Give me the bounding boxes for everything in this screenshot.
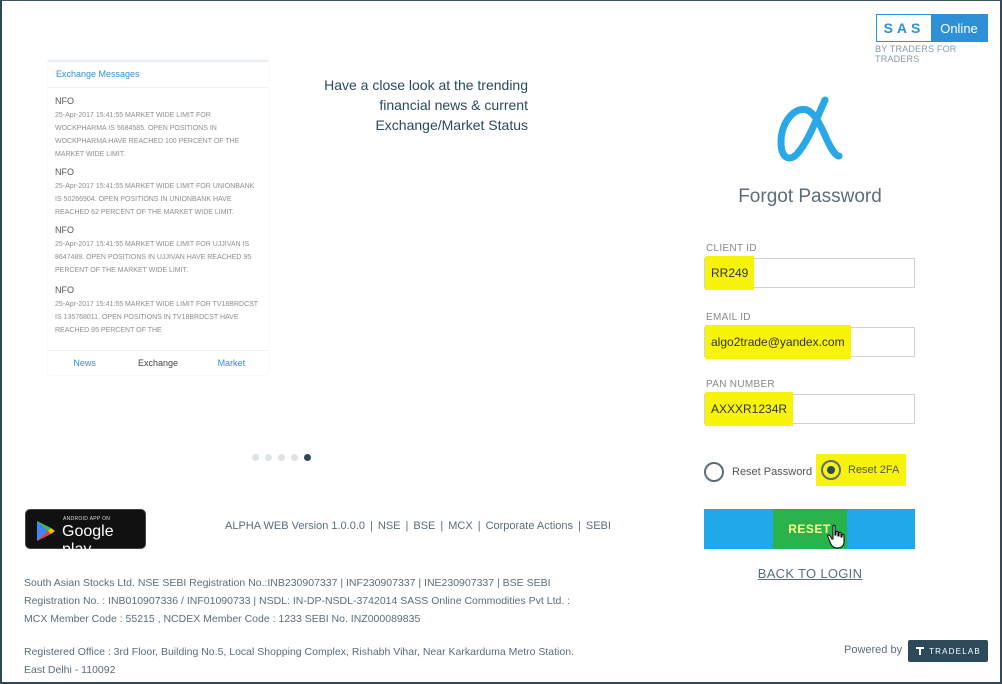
registration-info: South Asian Stocks Ltd. NSE SEBI Registr… bbox=[24, 574, 604, 628]
client-id-label: CLIENT ID bbox=[706, 243, 757, 254]
email-field[interactable]: algo2trade@yandex.com bbox=[704, 325, 915, 359]
reset-2fa-radio[interactable] bbox=[821, 460, 841, 480]
brand-online: Online bbox=[931, 15, 987, 41]
list-item: NFO 25-Apr-2017 15:41:55 MARKET WIDE LIM… bbox=[55, 285, 261, 337]
office-line-1: Registered Office : 3rd Floor, Building … bbox=[24, 646, 574, 658]
office-address: Registered Office : 3rd Floor, Building … bbox=[24, 643, 604, 679]
exchange-messages-panel: Exchange Messages NFO 25-Apr-2017 15:41:… bbox=[48, 60, 268, 375]
reset-2fa-option[interactable]: Reset 2FA bbox=[816, 454, 906, 486]
brand-tagline: BY TRADERS FOR TRADERS bbox=[875, 44, 957, 64]
reset-password-radio[interactable] bbox=[704, 462, 724, 482]
list-item: NFO 25-Apr-2017 15:41:55 MARKET WIDE LIM… bbox=[55, 96, 261, 161]
client-id-value: RR249 bbox=[705, 256, 755, 290]
client-id-field[interactable]: RR249 bbox=[704, 256, 915, 290]
message-segment: NFO bbox=[55, 96, 74, 106]
promo-line-2: financial news & current bbox=[379, 97, 528, 113]
brand-sas: SAS bbox=[877, 15, 931, 41]
registration-line-3: MCX Member Code : 55215 , NCDEX Member C… bbox=[24, 613, 421, 625]
message-list[interactable]: NFO 25-Apr-2017 15:41:55 MARKET WIDE LIM… bbox=[48, 90, 268, 348]
list-item: NFO 25-Apr-2017 15:41:55 MARKET WIDE LIM… bbox=[55, 167, 261, 219]
gplay-small-text: ANDROID APP ON bbox=[63, 516, 111, 522]
tab-news[interactable]: News bbox=[48, 351, 121, 375]
back-to-login-link[interactable]: BACK TO LOGIN bbox=[706, 566, 914, 581]
registration-line-1: South Asian Stocks Ltd. NSE SEBI Registr… bbox=[24, 577, 551, 589]
message-segment: NFO bbox=[55, 285, 74, 295]
tradelab-text: TRADELAB bbox=[929, 646, 981, 656]
registration-line-2: Registration No. : INB010907336 / INF010… bbox=[24, 595, 571, 607]
carousel-dot[interactable] bbox=[265, 454, 272, 461]
message-text: 25-Apr-2017 15:41:55 MARKET WIDE LIMIT F… bbox=[55, 112, 240, 158]
carousel-dot-active[interactable] bbox=[304, 454, 311, 461]
promo-line-1: Have a close look at the trending bbox=[324, 77, 528, 93]
tradelab-logo[interactable]: TRADELAB bbox=[908, 640, 988, 662]
reset-2fa-label[interactable]: Reset 2FA bbox=[848, 464, 899, 476]
email-label: EMAIL ID bbox=[706, 312, 751, 323]
reset-button[interactable]: RESET bbox=[704, 509, 915, 549]
message-segment: NFO bbox=[55, 167, 74, 177]
message-text: 25-Apr-2017 15:41:55 MARKET WIDE LIMIT F… bbox=[55, 301, 258, 334]
carousel-dot[interactable] bbox=[252, 454, 259, 461]
pan-label: PAN NUMBER bbox=[706, 379, 775, 390]
google-play-badge[interactable]: ANDROID APP ON Google play bbox=[25, 509, 146, 558]
gplay-big-text: Google play bbox=[62, 523, 114, 558]
pan-field[interactable]: AXXXR1234R bbox=[704, 392, 915, 426]
link-mcx[interactable]: MCX bbox=[448, 520, 472, 532]
carousel-dots bbox=[252, 454, 311, 461]
carousel-dot[interactable] bbox=[291, 454, 298, 461]
link-nse[interactable]: NSE bbox=[378, 520, 401, 532]
tradelab-icon bbox=[916, 647, 925, 655]
alpha-logo-icon bbox=[777, 96, 843, 162]
link-sebi[interactable]: SEBI bbox=[586, 520, 611, 532]
brand-logo: SAS Online bbox=[876, 14, 988, 42]
email-value: algo2trade@yandex.com bbox=[705, 325, 851, 359]
tab-exchange[interactable]: Exchange bbox=[121, 351, 194, 375]
panel-tabs: News Exchange Market bbox=[48, 350, 268, 375]
link-corporate-actions[interactable]: Corporate Actions bbox=[486, 520, 573, 532]
tab-market[interactable]: Market bbox=[195, 351, 268, 375]
powered-by-text: Powered by bbox=[844, 644, 903, 656]
message-text: 25-Apr-2017 15:41:55 MARKET WIDE LIMIT F… bbox=[55, 241, 252, 274]
message-segment: NFO bbox=[55, 225, 74, 235]
google-play-icon bbox=[37, 521, 55, 541]
promo-text: Have a close look at the trending financ… bbox=[300, 75, 528, 135]
hand-cursor-icon bbox=[827, 524, 845, 549]
office-line-2: East Delhi - 110092 bbox=[24, 664, 116, 676]
link-bse[interactable]: BSE bbox=[413, 520, 435, 532]
panel-header: Exchange Messages bbox=[48, 62, 268, 88]
promo-line-3: Exchange/Market Status bbox=[375, 117, 528, 133]
footer-links: ALPHA WEB Version 1.0.0.0 | NSE | BSE | MCX | Co… bbox=[225, 520, 611, 532]
page-title: Forgot Password bbox=[738, 186, 882, 207]
message-text: 25-Apr-2017 15:41:55 MARKET WIDE LIMIT F… bbox=[55, 183, 255, 216]
pan-value: AXXXR1234R bbox=[705, 392, 794, 426]
version-text: ALPHA WEB Version 1.0.0.0 bbox=[225, 520, 366, 532]
carousel-dot[interactable] bbox=[278, 454, 285, 461]
reset-password-label[interactable]: Reset Password bbox=[732, 466, 812, 478]
list-item: NFO 25-Apr-2017 15:41:55 MARKET WIDE LIM… bbox=[55, 225, 261, 277]
